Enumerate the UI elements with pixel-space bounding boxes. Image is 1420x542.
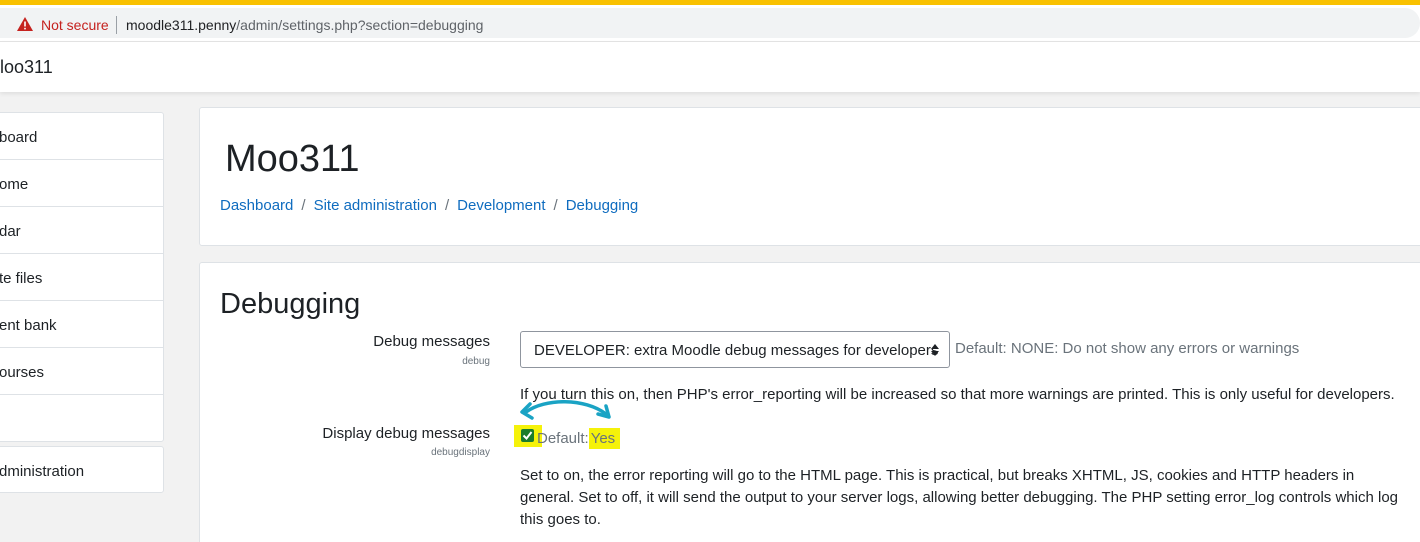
page-title: Moo311 bbox=[225, 138, 360, 180]
sidebar-item-content-bank[interactable]: ent bank bbox=[0, 301, 163, 348]
browser-address-bar: Not secure moodle311.penny/admin/setting… bbox=[0, 5, 1420, 42]
page-header-card: Moo311 Dashboard / Site administration / Dev… bbox=[199, 107, 1420, 246]
sidebar-item-calendar[interactable]: dar bbox=[0, 207, 163, 254]
debug-messages-help: If you turn this on, then PHP's error_re… bbox=[520, 386, 1395, 403]
checkmark-icon bbox=[522, 431, 533, 441]
select-arrows-icon bbox=[931, 344, 939, 356]
url-omnibox[interactable]: Not secure moodle311.penny/admin/setting… bbox=[0, 8, 1420, 38]
warning-icon[interactable] bbox=[17, 17, 33, 31]
sidebar-item-private-files[interactable]: te files bbox=[0, 254, 163, 301]
display-debug-checkbox[interactable] bbox=[521, 429, 534, 442]
display-debug-default: Default: Yes bbox=[537, 428, 621, 449]
breadcrumb-separator: / bbox=[301, 197, 306, 214]
sidebar-item-label: board bbox=[0, 129, 38, 146]
settings-card: Debugging Debug messages debug DEVELOPER… bbox=[199, 262, 1420, 542]
site-name-link[interactable]: loo311 bbox=[0, 57, 53, 78]
sidebar-item-site-home[interactable]: ome bbox=[0, 160, 163, 207]
url-host: moodle311.penny bbox=[126, 17, 237, 33]
sidebar-item-my-courses[interactable]: ourses bbox=[0, 348, 163, 395]
url-text[interactable]: moodle311.penny/admin/settings.php?secti… bbox=[126, 17, 483, 33]
breadcrumb-dashboard[interactable]: Dashboard bbox=[220, 197, 293, 214]
not-secure-label[interactable]: Not secure bbox=[41, 17, 109, 33]
sidebar-item-dashboard[interactable]: board bbox=[0, 113, 163, 160]
top-navbar: loo311 bbox=[0, 42, 1420, 92]
display-debug-label: Display debug messages bbox=[322, 425, 490, 442]
section-title: Debugging bbox=[220, 288, 361, 320]
breadcrumb: Dashboard / Site administration / Developmen… bbox=[220, 197, 638, 214]
sidebar-item-label: te files bbox=[0, 270, 43, 287]
breadcrumb-separator: / bbox=[444, 197, 450, 214]
debug-messages-default: Default: NONE: Do not show any errors or… bbox=[955, 340, 1300, 357]
nav-drawer-admin-list: dministration bbox=[0, 446, 164, 493]
debug-messages-name: debug bbox=[462, 356, 490, 367]
sidebar-item-label: dministration bbox=[0, 463, 85, 480]
debug-messages-label: Debug messages bbox=[373, 333, 490, 350]
display-debug-default-value: Yes bbox=[588, 428, 621, 449]
display-debug-default-prefix: Default: bbox=[537, 430, 589, 447]
debug-messages-select[interactable]: DEVELOPER: extra Moodle debug messages f… bbox=[520, 331, 950, 368]
sidebar-item-site-administration[interactable]: dministration bbox=[0, 447, 163, 494]
sidebar-item-blank[interactable] bbox=[0, 395, 163, 442]
url-separator bbox=[116, 16, 117, 34]
nav-drawer-main-list: board ome dar te files ent bank ourses bbox=[0, 112, 164, 442]
sidebar-item-label: ome bbox=[0, 176, 29, 193]
breadcrumb-site-administration[interactable]: Site administration bbox=[314, 197, 437, 214]
sidebar-item-label: dar bbox=[0, 223, 21, 240]
breadcrumb-separator: / bbox=[553, 197, 558, 214]
debug-messages-selected: DEVELOPER: extra Moodle debug messages f… bbox=[534, 342, 939, 359]
url-path: /admin/settings.php?section=debugging bbox=[236, 17, 484, 33]
display-debug-help: Set to on, the error reporting will go t… bbox=[520, 467, 1399, 528]
breadcrumb-development[interactable]: Development bbox=[457, 197, 545, 214]
breadcrumb-debugging[interactable]: Debugging bbox=[566, 197, 639, 214]
nav-drawer: board ome dar te files ent bank ourses d… bbox=[0, 92, 184, 542]
sidebar-item-label: ent bank bbox=[0, 317, 57, 334]
sidebar-item-label: ourses bbox=[0, 364, 45, 381]
display-debug-name: debugdisplay bbox=[431, 447, 490, 458]
